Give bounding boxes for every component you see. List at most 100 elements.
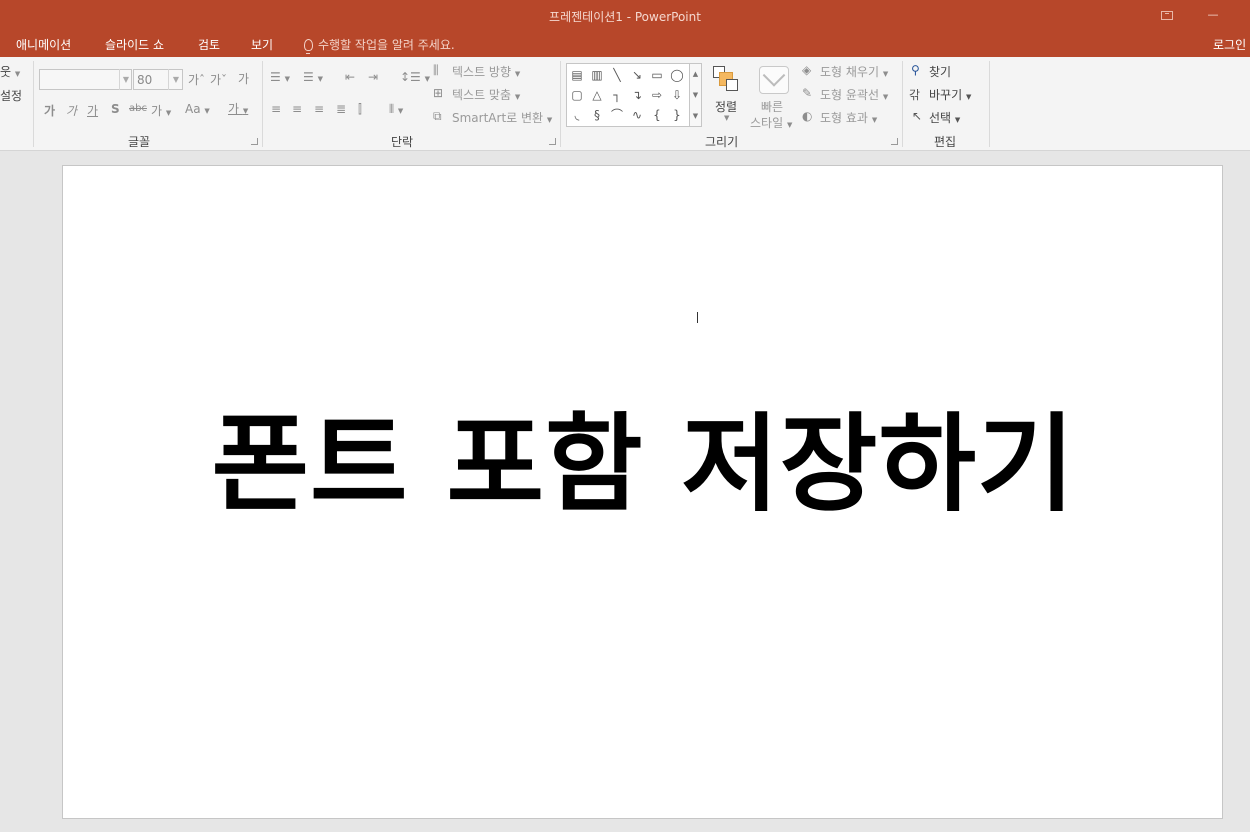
numbering-icon[interactable]: ☰ ▼ [303, 70, 323, 84]
editing-group-label: 편집 [934, 135, 957, 149]
group-separator [262, 61, 263, 147]
line-spacing-icon[interactable]: ↕☰ ▼ [400, 70, 430, 84]
shape-outline-button[interactable]: 도형 윤곽선 ▼ [820, 86, 888, 103]
scribble-shape-icon[interactable]: § [588, 106, 606, 124]
shape-fill-button[interactable]: 도형 채우기 ▼ [820, 63, 888, 80]
vertical-textbox-shape-icon[interactable]: ▥ [588, 66, 606, 84]
columns-icon[interactable]: ⫴ ▼ [389, 102, 403, 117]
character-spacing-icon[interactable]: 가 ▼ [151, 102, 171, 119]
lightbulb-icon [304, 39, 313, 54]
font-color-icon[interactable]: 가 ▼ [228, 100, 248, 117]
tab-view[interactable]: 보기 [251, 36, 273, 53]
tab-animations[interactable]: 애니메이션 [16, 36, 71, 53]
login-link[interactable]: 로그인 [1213, 36, 1246, 53]
window-title: 프레젠테이션1 - PowerPoint [549, 10, 701, 24]
arrow-line-shape-icon[interactable]: ↘ [628, 66, 646, 84]
shapes-gallery[interactable]: ▤ ▥ ╲ ↘ ▭ ◯ ▢ △ ┐ ↴ ⇨ ⇩ ◟ § ⌒ ∿ { } [566, 63, 690, 127]
quick-styles-line1[interactable]: 빠른 [761, 98, 783, 115]
align-text-icon[interactable]: ⊞ [433, 86, 443, 100]
scroll-up-icon[interactable]: ▲ [690, 64, 701, 85]
chevron-down-icon[interactable]: ▼ [724, 114, 729, 122]
layout-button[interactable]: 웃 ▼ [0, 63, 20, 80]
arrange-icon[interactable] [712, 65, 740, 93]
font-name-dropdown[interactable]: ▼ [119, 69, 132, 90]
right-brace-shape-icon[interactable]: } [668, 106, 686, 124]
align-left-icon[interactable]: ≡ [271, 102, 281, 116]
rounded-rectangle-shape-icon[interactable]: ▢ [568, 86, 586, 104]
increase-indent-icon[interactable]: ⇥ [368, 70, 378, 84]
align-right-icon[interactable]: ≡ [314, 102, 324, 116]
magnifier-icon[interactable]: ⚲ [911, 63, 920, 77]
replace-button[interactable]: 바꾸기 ▼ [929, 86, 971, 103]
paint-bucket-icon[interactable]: ◈ [802, 63, 811, 77]
shape-fill-label: 도형 채우기 [820, 65, 880, 79]
line-shape-icon[interactable]: ╲ [608, 66, 626, 84]
paragraph-dialog-launcher[interactable] [549, 138, 556, 145]
smartart-label: SmartArt로 변환 [452, 111, 544, 125]
find-button[interactable]: 찾기 [929, 63, 951, 80]
scroll-down-icon[interactable]: ▼ [690, 85, 701, 106]
left-brace-shape-icon[interactable]: { [648, 106, 666, 124]
replace-icon[interactable]: 갂 [909, 86, 920, 103]
underline-icon[interactable]: 가 [87, 102, 98, 119]
strikethrough-icon[interactable]: abc [129, 103, 147, 114]
text-shadow-icon[interactable]: S [111, 102, 120, 116]
tell-me-search[interactable]: 수행할 작업을 알려 주세요. [304, 36, 455, 54]
convert-smartart-button[interactable]: SmartArt로 변환 ▼ [452, 109, 552, 126]
text-direction-label: 텍스트 방향 [452, 65, 512, 79]
justify-icon[interactable]: ≣ [336, 102, 346, 116]
text-cursor [697, 312, 698, 323]
curve-shape-icon[interactable]: ∿ [628, 106, 646, 124]
italic-icon[interactable]: 가 [66, 102, 77, 119]
down-arrow-shape-icon[interactable]: ⇩ [668, 86, 686, 104]
arc-shape-icon[interactable]: ⌒ [608, 106, 626, 124]
tab-review[interactable]: 검토 [198, 36, 220, 53]
textbox-shape-icon[interactable]: ▤ [568, 66, 586, 84]
gallery-more-icon[interactable]: ▼ [690, 106, 701, 127]
font-group-label: 글꼴 [128, 135, 151, 149]
pencil-icon[interactable]: ✎ [802, 86, 812, 100]
elbow-connector-shape-icon[interactable]: ┐ [608, 86, 626, 104]
rectangle-shape-icon[interactable]: ▭ [648, 66, 666, 84]
shapes-gallery-scroll[interactable]: ▲ ▼ ▼ [690, 63, 702, 127]
select-button[interactable]: 선택 ▼ [929, 109, 960, 126]
decrease-indent-icon[interactable]: ⇤ [345, 70, 355, 84]
font-dialog-launcher[interactable] [251, 138, 258, 145]
freeform-shape-icon[interactable]: ◟ [568, 106, 586, 124]
right-arrow-shape-icon[interactable]: ⇨ [648, 86, 666, 104]
quick-styles-line2[interactable]: 스타일 ▼ [750, 114, 792, 131]
text-direction-icon[interactable]: ⫼ [433, 63, 439, 78]
ribbon-display-options-button[interactable] [1152, 6, 1182, 26]
align-text-button[interactable]: 텍스트 맞춤 ▼ [452, 86, 520, 103]
grow-font-icon[interactable]: 가ˆ [188, 71, 205, 88]
tab-slideshow[interactable]: 슬라이드 쇼 [105, 36, 164, 53]
shape-outline-label: 도형 윤곽선 [820, 88, 880, 102]
font-size-dropdown[interactable]: ▼ [168, 69, 183, 90]
quick-styles-icon[interactable] [759, 66, 789, 94]
ribbon-tabs-bar: 애니메이션 슬라이드 쇼 검토 보기 수행할 작업을 알려 주세요. 로그인 [0, 32, 1250, 57]
shape-effects-icon[interactable]: ◐ [802, 109, 812, 123]
text-direction-button[interactable]: 텍스트 방향 ▼ [452, 63, 520, 80]
change-case-icon[interactable]: Aa ▼ [185, 102, 210, 116]
elbow-arrow-shape-icon[interactable]: ↴ [628, 86, 646, 104]
distributed-icon[interactable]: ⫿ [358, 102, 362, 117]
select-label: 선택 [929, 111, 952, 125]
minimize-button[interactable]: — [1198, 6, 1228, 26]
bullets-icon[interactable]: ☰ ▼ [270, 70, 290, 84]
shape-effects-button[interactable]: 도형 효과 ▼ [820, 109, 877, 126]
layout-label: 웃 [0, 65, 12, 79]
triangle-shape-icon[interactable]: △ [588, 86, 606, 104]
shrink-font-icon[interactable]: 가ˇ [210, 71, 227, 88]
smartart-icon[interactable]: ⧉ [433, 109, 442, 124]
align-center-icon[interactable]: ≡ [292, 102, 302, 116]
oval-shape-icon[interactable]: ◯ [668, 66, 686, 84]
clear-formatting-icon[interactable]: 가 [238, 70, 249, 87]
quick-styles-label: 스타일 [750, 116, 784, 130]
slide-title-text[interactable]: 폰트 포함 저장하기 [63, 412, 1224, 518]
slide-canvas[interactable]: 폰트 포함 저장하기 [62, 165, 1223, 819]
drawing-dialog-launcher[interactable] [891, 138, 898, 145]
bold-icon[interactable]: 가 [44, 102, 55, 119]
arrange-button[interactable]: 정렬 [715, 98, 737, 115]
select-cursor-icon[interactable]: ↖ [912, 109, 922, 123]
reset-button[interactable]: 설정 [0, 87, 22, 104]
